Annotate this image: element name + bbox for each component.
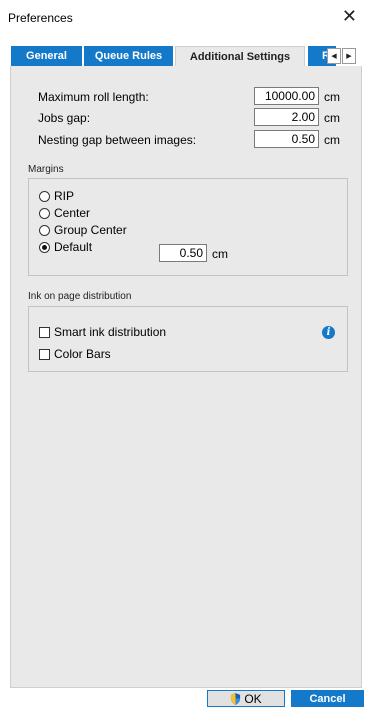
close-icon[interactable]: ✕ [342,7,357,25]
tab-scroll-left-icon[interactable]: ◀ [327,48,341,64]
shield-icon [231,692,241,705]
default-margin-unit: cm [212,247,228,261]
window-title: Preferences [8,11,73,25]
margins-group: RIP Center Group Center Default 0.50 cm [28,178,348,276]
checkbox-label: Smart ink distribution [54,325,167,339]
ok-button-label: OK [244,691,262,706]
nesting-gap-input[interactable]: 0.50 [254,130,319,148]
margin-option-center[interactable]: Center [39,206,90,220]
tab-scroll-right-icon[interactable]: ▶ [342,48,356,64]
nesting-gap-label: Nesting gap between images: [38,133,197,147]
additional-settings-panel: Maximum roll length: 10000.00 cm Jobs ga… [10,66,362,688]
ink-group-title: Ink on page distribution [28,291,132,302]
margin-option-label: RIP [54,189,75,203]
radio-icon[interactable] [39,207,50,219]
max-roll-length-input[interactable]: 10000.00 [254,87,319,105]
margin-option-group-center[interactable]: Group Center [39,223,127,237]
radio-icon[interactable] [39,190,50,202]
max-roll-length-label: Maximum roll length: [38,90,149,104]
radio-icon[interactable] [39,224,50,236]
radio-selected-icon[interactable] [39,241,50,253]
margin-option-label: Group Center [54,223,127,237]
jobs-gap-label: Jobs gap: [38,111,91,125]
margin-option-label: Center [54,206,91,220]
margin-option-rip[interactable]: RIP [39,189,74,203]
cancel-button[interactable]: Cancel [291,690,364,707]
ok-button[interactable]: OK [207,690,285,707]
margins-group-title: Margins [28,164,64,175]
jobs-gap-input[interactable]: 2.00 [254,108,319,126]
ink-distribution-group: Smart ink distribution Color Bars i [28,306,348,372]
jobs-gap-unit: cm [324,111,340,125]
margin-option-default[interactable]: Default [39,240,92,254]
checkbox-icon[interactable] [39,348,50,360]
color-bars-checkbox[interactable]: Color Bars [39,347,111,361]
tab-queue-rules[interactable]: Queue Rules [84,46,173,66]
tab-additional-settings[interactable]: Additional Settings [175,46,305,66]
nesting-gap-unit: cm [324,133,340,147]
tab-strip: General Queue Rules Additional Settings … [9,46,362,66]
margin-option-label: Default [54,240,93,254]
checkbox-label: Color Bars [54,347,111,361]
info-icon[interactable]: i [322,326,335,339]
smart-ink-distribution-checkbox[interactable]: Smart ink distribution [39,325,166,339]
tab-general[interactable]: General [11,46,82,66]
title-bar: Preferences ✕ [0,0,367,36]
max-roll-length-unit: cm [324,90,340,104]
checkbox-icon[interactable] [39,326,50,338]
default-margin-input[interactable]: 0.50 [159,244,207,262]
